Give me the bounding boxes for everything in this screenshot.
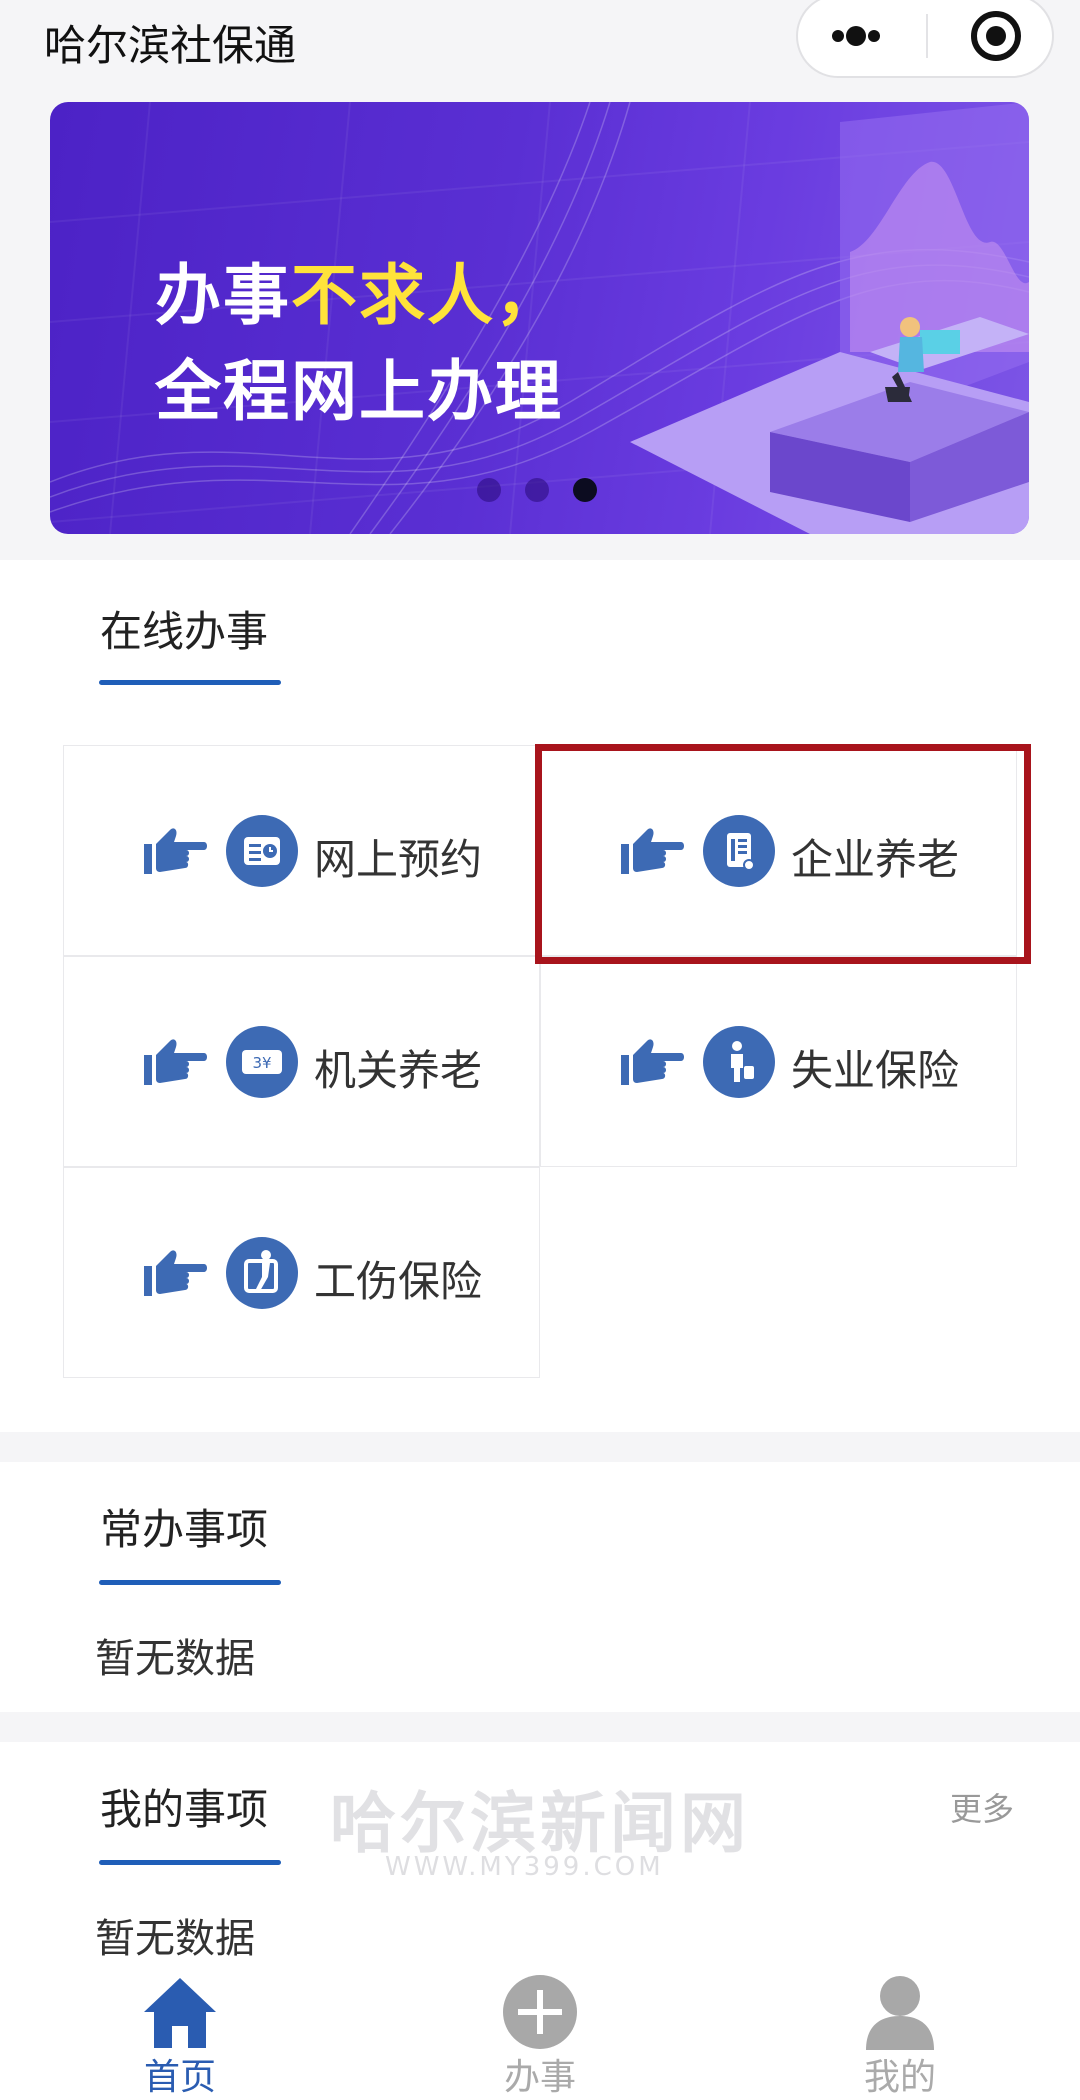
banner-headline: 办事不求人，: [155, 242, 563, 338]
section-title-common: 常办事项: [100, 1505, 269, 1554]
carousel-dot[interactable]: [477, 478, 501, 502]
plus-icon: [503, 1975, 577, 2049]
section-title-underline: [99, 680, 281, 685]
government-pension-icon: 3¥: [226, 1026, 298, 1098]
svg-text:3¥: 3¥: [252, 1054, 271, 1072]
pointing-hand-icon: [144, 828, 207, 874]
top-bar: 哈尔滨社保通: [0, 0, 1080, 84]
common-items-section: 常办事项 暂无数据: [0, 1462, 1080, 1712]
tab-label: 我的: [863, 2057, 936, 2098]
empty-state-text: 暂无数据: [95, 1916, 255, 1962]
carousel-dot[interactable]: [525, 478, 549, 502]
home-icon: [144, 1978, 216, 2048]
more-dots-icon[interactable]: [828, 16, 938, 56]
tab-services[interactable]: 办事: [440, 1968, 640, 2100]
tab-home[interactable]: 首页: [80, 1968, 280, 2100]
service-label: 网上预约: [314, 835, 483, 884]
app-title: 哈尔滨社保通: [44, 21, 297, 70]
service-item-work-injury-insurance[interactable]: 工伤保险: [63, 1167, 540, 1378]
tab-mine[interactable]: 我的: [800, 1968, 1000, 2100]
service-label: 失业保险: [791, 1046, 960, 1095]
mini-program-capsule: [796, 0, 1054, 78]
service-label: 机关养老: [314, 1046, 483, 1095]
more-link[interactable]: 更多: [950, 1784, 1014, 1830]
target-icon[interactable]: [968, 8, 1024, 64]
work-injury-insurance-icon: [226, 1237, 298, 1309]
pointing-hand-icon: [621, 1039, 684, 1085]
capsule-divider: [926, 14, 928, 58]
empty-state-text: 暂无数据: [95, 1636, 255, 1682]
service-item-government-pension[interactable]: 3¥ 机关养老: [63, 956, 540, 1167]
watermark: 哈尔滨新闻网 WWW.MY399.COM: [330, 1770, 750, 1882]
banner-headline-part1: 办事: [155, 257, 291, 334]
appointment-icon: [226, 815, 298, 887]
pointing-hand-icon: [144, 1250, 207, 1296]
banner-headline-highlight: 不求人，: [291, 257, 563, 334]
promo-banner[interactable]: 办事不求人， 全程网上办理: [50, 102, 1029, 534]
tab-label: 办事: [503, 2057, 576, 2098]
user-icon: [866, 1976, 934, 2050]
watermark-sub: WWW.MY399.COM: [385, 1852, 664, 1882]
highlight-frame: [535, 744, 1031, 964]
section-title-online: 在线办事: [100, 607, 269, 656]
section-title-mine: 我的事项: [100, 1785, 269, 1834]
service-item-online-appointment[interactable]: 网上预约: [63, 745, 540, 956]
section-title-underline: [99, 1860, 281, 1865]
bottom-tab-bar: 首页 办事 我的: [0, 1968, 1080, 2100]
service-item-unemployment-insurance[interactable]: 失业保险: [540, 956, 1017, 1167]
banner-subline: 全程网上办理: [155, 353, 563, 430]
carousel-dot-active[interactable]: [573, 478, 597, 502]
pointing-hand-icon: [144, 1039, 207, 1085]
section-title-underline: [99, 1580, 281, 1585]
unemployment-insurance-icon: [703, 1026, 775, 1098]
service-label: 工伤保险: [314, 1257, 483, 1306]
tab-label: 首页: [143, 2057, 216, 2098]
